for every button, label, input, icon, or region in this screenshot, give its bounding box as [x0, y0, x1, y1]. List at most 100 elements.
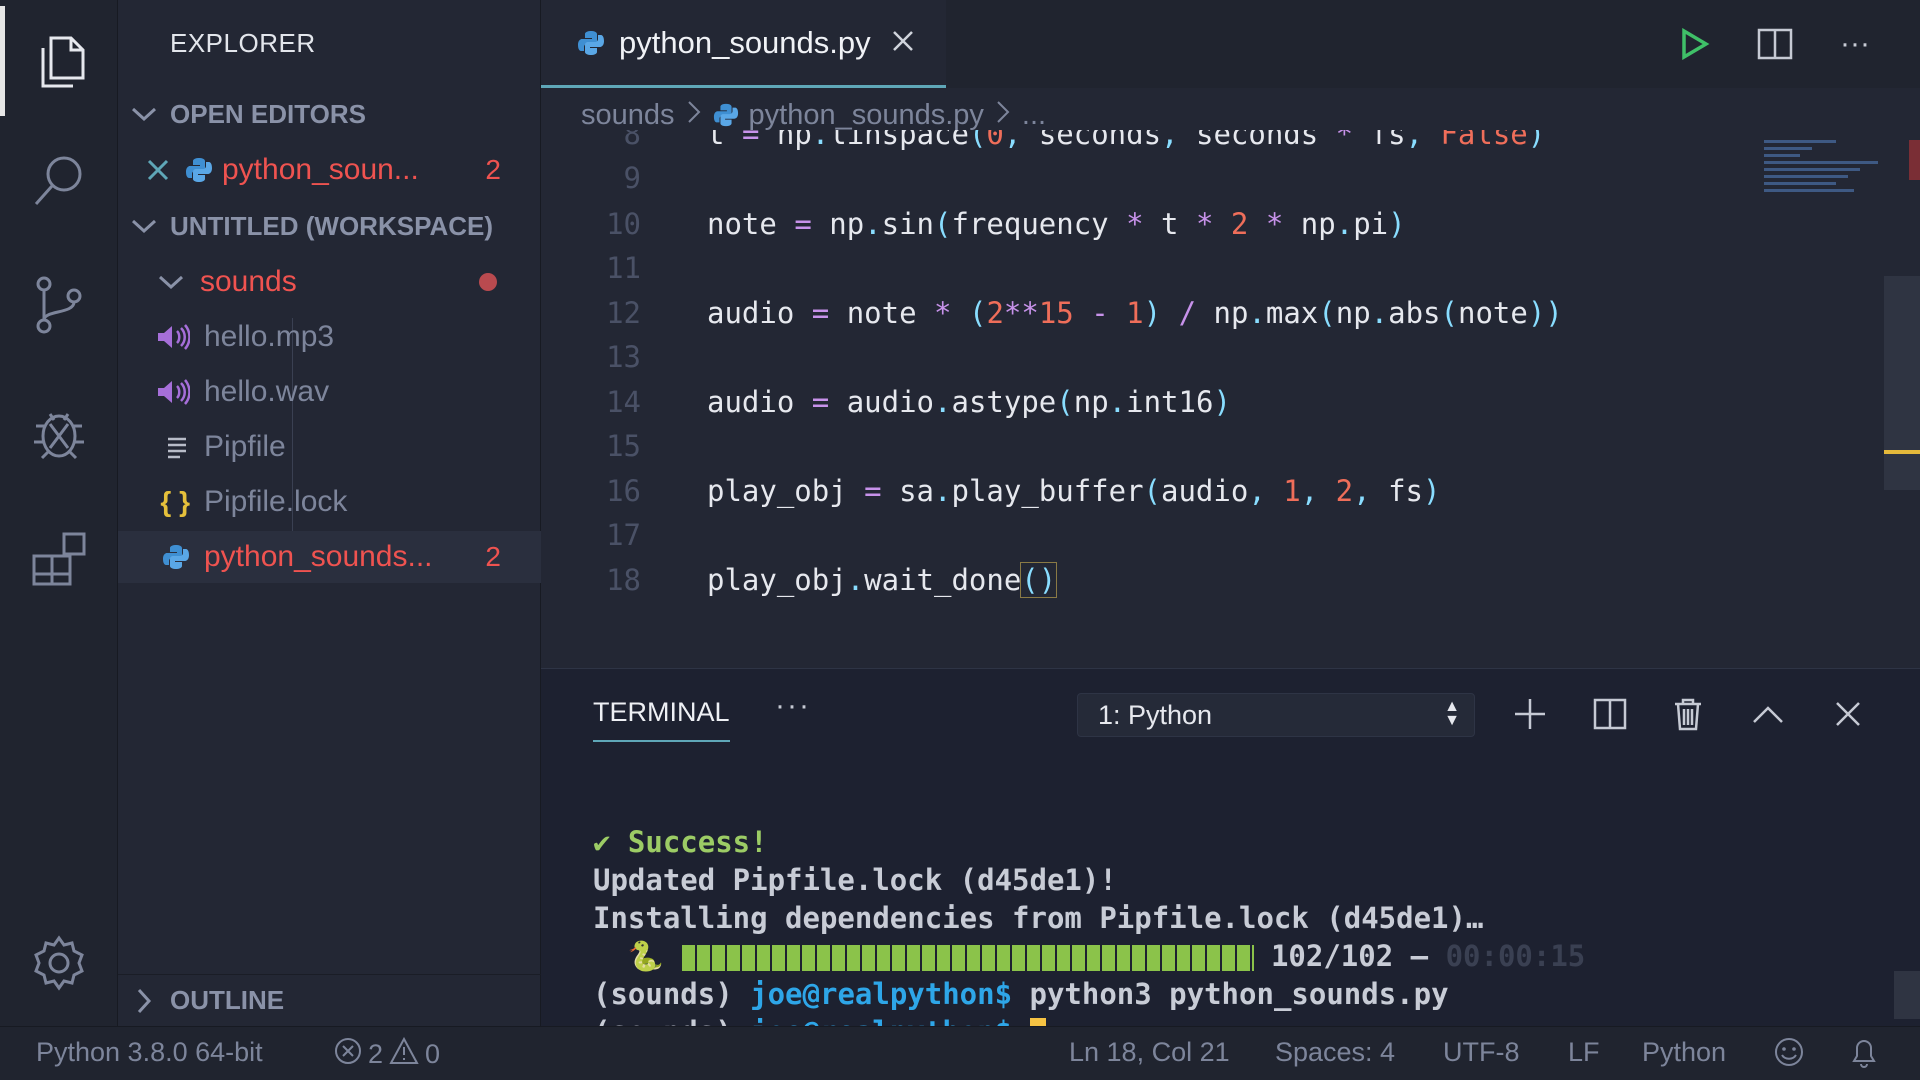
new-terminal-icon[interactable] — [1507, 691, 1553, 737]
tab-python-sounds[interactable]: python_sounds.py — [541, 0, 946, 88]
notifications-bell-icon[interactable] — [1850, 1037, 1878, 1069]
line-number: 18 — [606, 563, 641, 597]
line-number: 11 — [606, 251, 641, 285]
line-number: 10 — [606, 207, 641, 241]
terminal-select[interactable]: 1: Python ▲ ▼ — [1077, 693, 1475, 737]
more-actions-icon[interactable]: ··· — [1831, 20, 1879, 68]
error-count: 2 — [368, 1039, 384, 1069]
split-editor-icon[interactable] — [1751, 20, 1799, 68]
file-item[interactable]: { } Pipfile.lock — [118, 476, 541, 528]
problem-count-badge: 2 — [485, 541, 501, 572]
file-name: Pipfile — [204, 430, 286, 463]
modified-dot — [479, 273, 497, 291]
terminal-line: Updated Pipfile.lock (d45de1)! — [593, 863, 1117, 897]
code-text: note = np.sin(frequency * t * 2 * np.pi) — [707, 207, 1406, 241]
extensions-icon[interactable] — [0, 504, 118, 614]
settings-gear-icon[interactable] — [0, 908, 118, 1018]
language-status[interactable]: Python — [1642, 1037, 1726, 1068]
indentation-status[interactable]: Spaces: 4 — [1275, 1037, 1395, 1068]
close-icon[interactable] — [891, 25, 915, 61]
interpreter-label: Python 3.8.0 64-bit — [36, 1037, 263, 1067]
code-area[interactable]: 8 t = np.linspace(0, seconds, seconds * … — [541, 130, 1920, 650]
explorer-icon[interactable] — [0, 6, 118, 116]
workspace-section[interactable]: UNTITLED (WORKSPACE) — [118, 200, 541, 252]
encoding-status[interactable]: UTF-8 — [1443, 1037, 1520, 1068]
chevron-right-icon — [687, 99, 701, 132]
code-line: 17 — [541, 513, 1781, 557]
error-icon — [334, 1037, 362, 1072]
feedback-smiley-icon[interactable] — [1774, 1037, 1804, 1067]
code-line: 8 t = np.linspace(0, seconds, seconds * … — [541, 130, 1781, 156]
terminal-output[interactable]: ✔ Success! Updated Pipfile.lock (d45de1)… — [593, 785, 1585, 1051]
error-marker — [1909, 140, 1920, 180]
open-editors-label: OPEN EDITORS — [170, 98, 367, 129]
tab-bar: python_sounds.py ··· — [541, 0, 1920, 88]
sidebar-title: EXPLORER — [170, 28, 316, 58]
tab-label: python_sounds.py — [619, 24, 871, 60]
code-text: play_obj.wait_done() — [707, 562, 1058, 598]
progress-time: 00:00:15 — [1445, 939, 1586, 973]
chevron-down-icon — [118, 274, 184, 290]
line-number: 16 — [606, 474, 641, 508]
search-icon[interactable] — [0, 126, 118, 236]
outline-section[interactable]: OUTLINE — [118, 974, 541, 1026]
code-line: 11 — [541, 246, 1781, 290]
code-line: 14 audio = audio.astype(np.int16) — [541, 380, 1781, 424]
warning-count: 0 — [425, 1039, 441, 1069]
file-item-active[interactable]: python_sounds... 2 — [118, 531, 541, 583]
line-number: 13 — [606, 340, 641, 374]
folder-sounds[interactable]: sounds — [118, 256, 541, 308]
code-line: 18 play_obj.wait_done() — [541, 558, 1781, 602]
terminal-select-value: 1: Python — [1098, 699, 1213, 730]
file-name: hello.wav — [204, 375, 330, 408]
code-line: 12 audio = note * (2**15 - 1) / np.max(n… — [541, 291, 1781, 335]
file-item[interactable]: Pipfile — [118, 421, 541, 473]
run-icon[interactable] — [1671, 20, 1719, 68]
minimap[interactable] — [1764, 140, 1884, 220]
chevron-right-icon — [996, 99, 1010, 132]
code-line: 9 — [541, 156, 1781, 200]
outline-label: OUTLINE — [170, 985, 285, 1015]
folder-label: sounds — [200, 265, 297, 298]
tab-terminal[interactable]: TERMINAL — [593, 697, 730, 742]
line-number: 17 — [606, 518, 641, 552]
close-panel-icon[interactable] — [1825, 691, 1871, 737]
code-line: 13 — [541, 335, 1781, 379]
line-number: 14 — [606, 385, 641, 419]
file-item[interactable]: hello.mp3 — [118, 311, 541, 363]
eol-status[interactable]: LF — [1568, 1037, 1600, 1068]
open-editor-item[interactable]: python_soun... 2 — [118, 144, 541, 196]
maximize-panel-icon[interactable] — [1745, 691, 1791, 737]
warning-icon — [389, 1036, 419, 1072]
cursor-position[interactable]: Ln 18, Col 21 — [1069, 1037, 1230, 1068]
terminal-scrollbar[interactable] — [1894, 971, 1920, 1019]
close-icon[interactable] — [118, 158, 170, 182]
file-item[interactable]: hello.wav — [118, 366, 541, 418]
line-number: 9 — [623, 161, 641, 195]
chevron-down-icon — [118, 106, 170, 122]
breadcrumb-file[interactable]: python_sounds.py — [749, 99, 984, 132]
source-control-icon[interactable] — [0, 250, 118, 360]
breadcrumb-symbol[interactable]: ... — [1022, 99, 1046, 132]
problems-status[interactable]: 2 0 — [334, 1036, 441, 1072]
breadcrumb-folder[interactable]: sounds — [581, 99, 675, 132]
explorer-sidebar: EXPLORER OPEN EDITORS python_soun... 2 U… — [118, 0, 541, 1026]
trash-icon[interactable] — [1665, 691, 1711, 737]
python-icon — [577, 29, 605, 57]
panel-more-icon[interactable]: ··· — [775, 689, 811, 723]
line-number: 12 — [606, 296, 641, 330]
snake-icon: 🐍 — [627, 939, 665, 973]
terminal-panel: TERMINAL ··· 1: Python ▲ ▼ ✔ Success! Upd… — [541, 668, 1920, 1050]
interpreter-status[interactable]: Python 3.8.0 64-bit — [36, 1037, 263, 1068]
open-editor-filename: python_soun... — [222, 153, 419, 186]
open-editors-section[interactable]: OPEN EDITORS — [118, 88, 541, 140]
split-terminal-icon[interactable] — [1587, 691, 1633, 737]
progress-count: 102/102 — — [1270, 939, 1429, 973]
file-name: python_sounds... — [204, 540, 433, 573]
debug-icon[interactable] — [0, 378, 118, 488]
code-text: t = np.linspace(0, seconds, seconds * fs… — [707, 130, 1546, 151]
editor-scrollbar[interactable] — [1884, 276, 1920, 490]
cursor-marker — [1884, 450, 1920, 454]
select-arrows-icon: ▲ ▼ — [1444, 698, 1460, 729]
chevron-right-icon — [118, 988, 170, 1014]
